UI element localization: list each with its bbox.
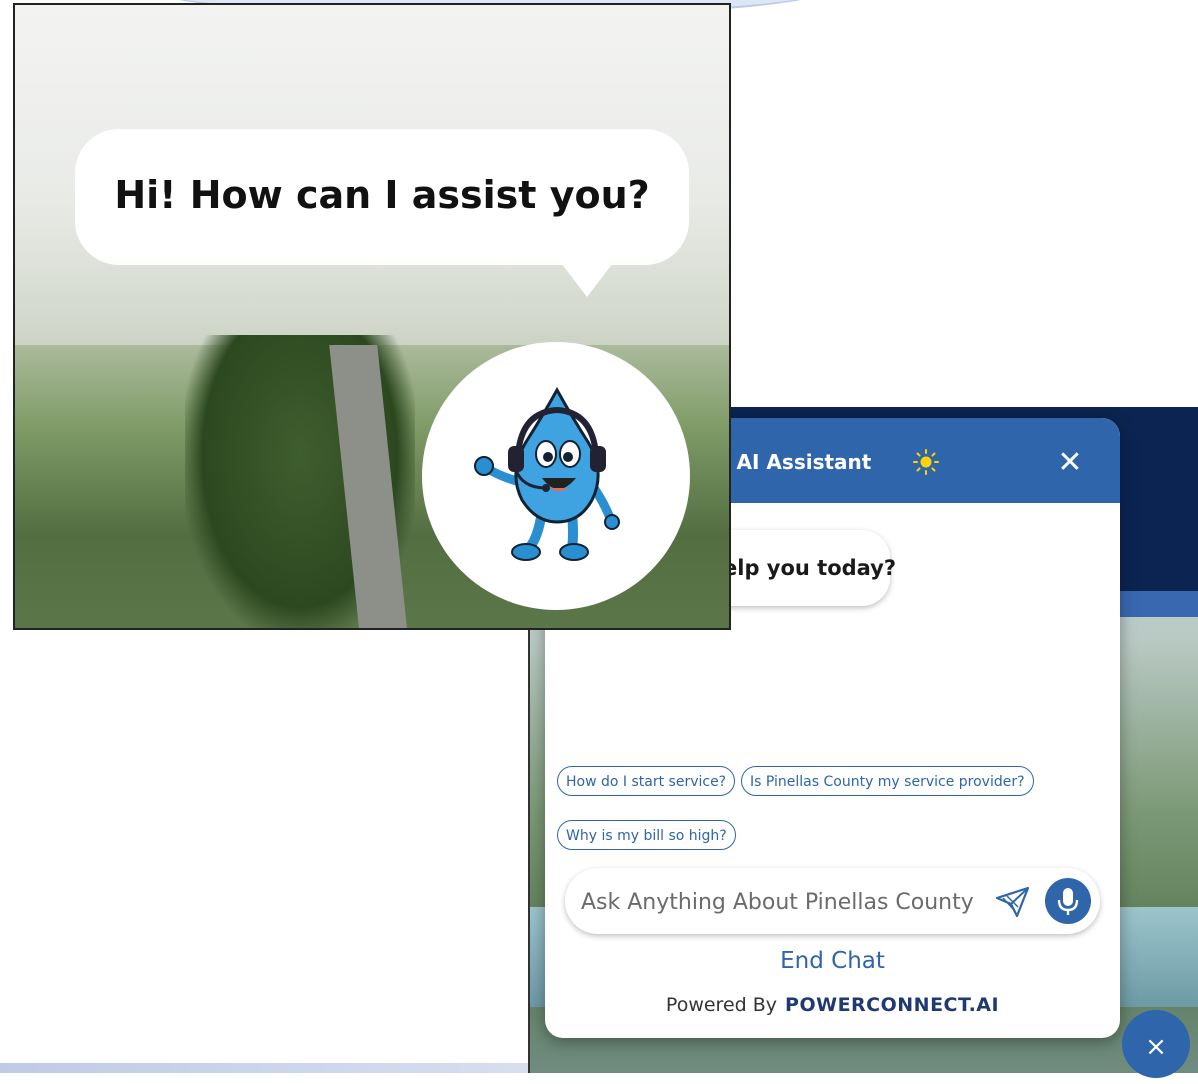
- chat-toggle-close-button[interactable]: ×: [1122, 1010, 1190, 1078]
- chat-input[interactable]: [579, 883, 983, 921]
- bottom-decorative-strip: [0, 1063, 540, 1073]
- close-icon[interactable]: ✕: [1053, 446, 1087, 480]
- chat-launcher-preview: Hi! How can I assist you?: [13, 3, 731, 630]
- suggestion-bill-high[interactable]: Why is my bill so high?: [557, 820, 736, 850]
- end-chat-link[interactable]: End Chat: [545, 948, 1120, 974]
- speech-bubble[interactable]: Hi! How can I assist you?: [75, 129, 689, 265]
- suggestion-service-provider[interactable]: Is Pinellas County my service provider?: [741, 766, 1034, 796]
- greeting-text: elp you today?: [723, 556, 897, 580]
- mic-button[interactable]: [1045, 878, 1091, 924]
- speech-text: Hi! How can I assist you?: [114, 173, 650, 217]
- powered-by-label: Powered By: [665, 994, 778, 1016]
- sun-icon[interactable]: [912, 448, 940, 476]
- assistant-avatar-button[interactable]: [422, 342, 690, 610]
- send-icon[interactable]: [995, 885, 1031, 919]
- suggestion-start-service[interactable]: How do I start service?: [557, 766, 736, 796]
- microphone-icon: [1057, 888, 1079, 915]
- speech-bubble-tail: [555, 255, 619, 297]
- water-drop-mascot-icon: [474, 386, 620, 561]
- powered-by: Powered By POWERCONNECT.AI: [545, 994, 1120, 1016]
- brand-name[interactable]: POWERCONNECT.AI: [785, 994, 999, 1016]
- chat-input-bar: [565, 868, 1100, 934]
